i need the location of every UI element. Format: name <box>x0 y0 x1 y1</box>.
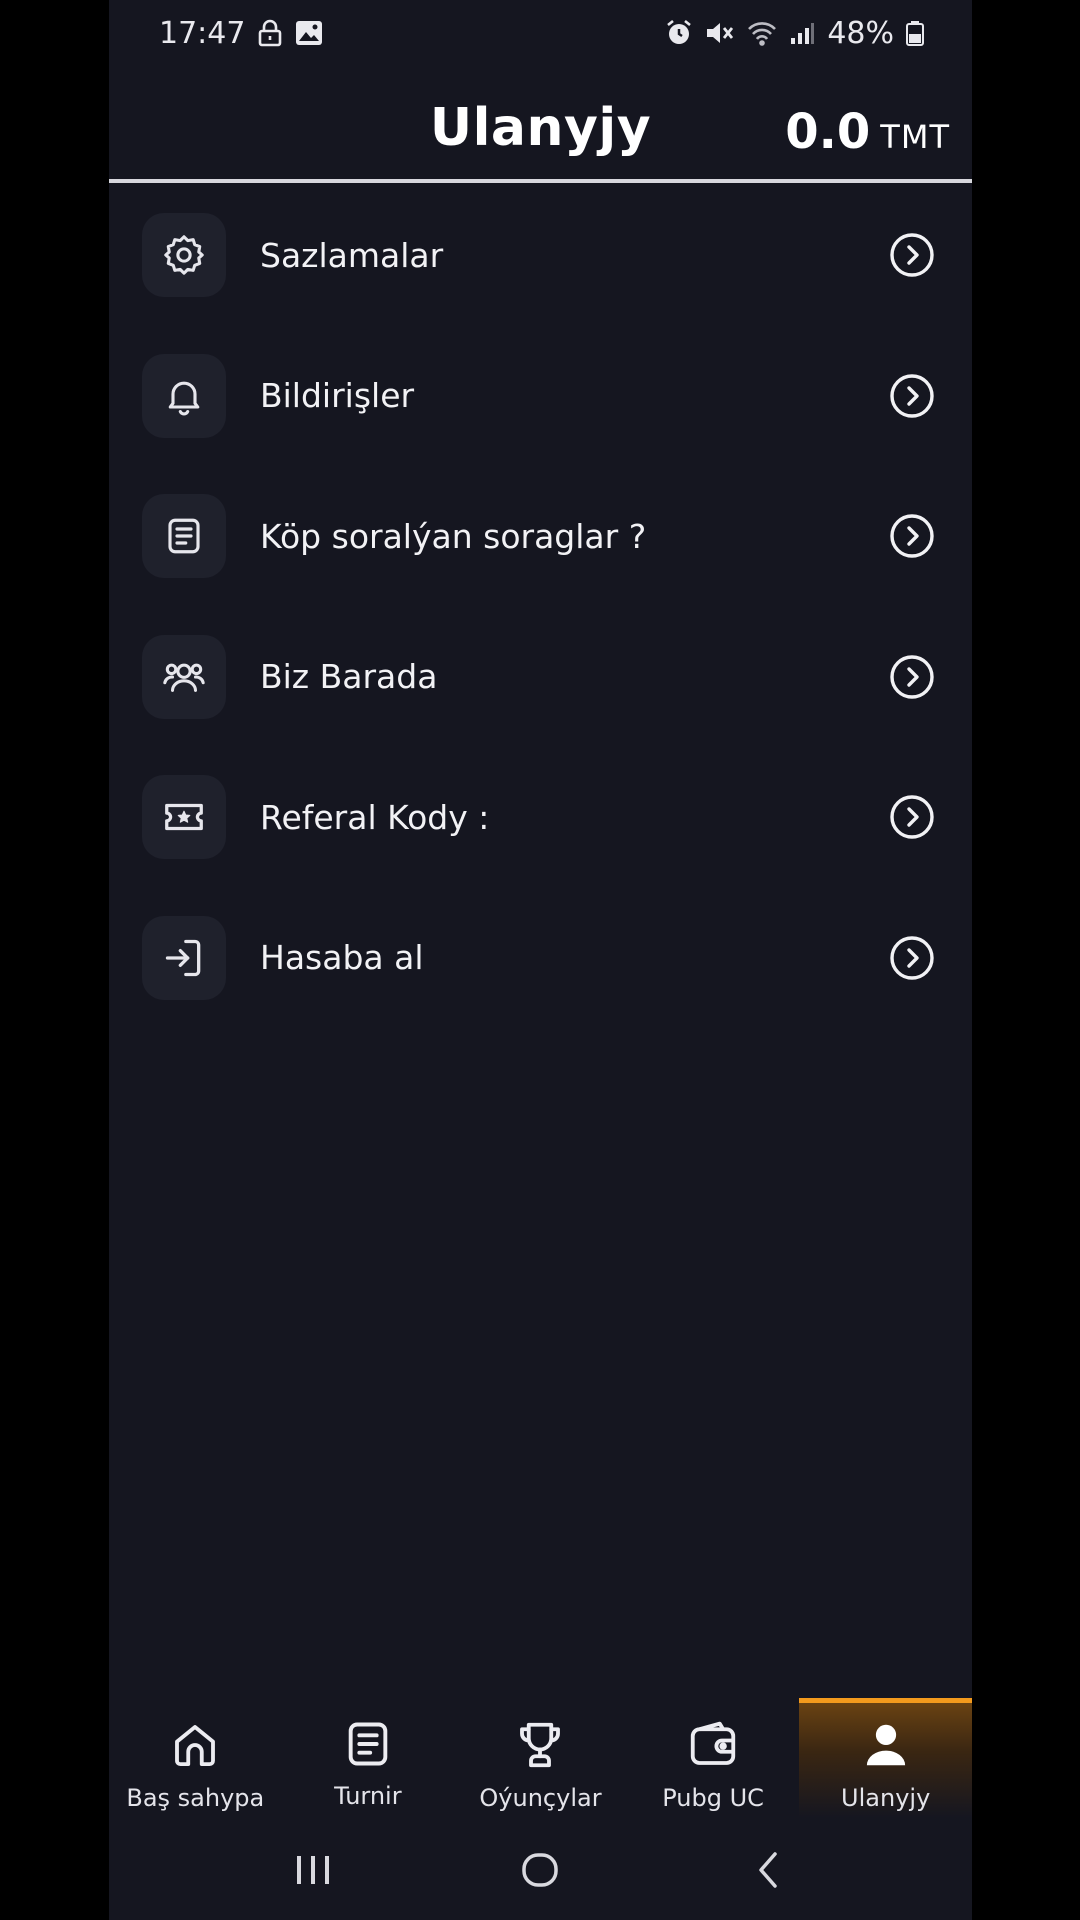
status-right: 48% <box>665 16 924 51</box>
menu-item-label: Hasaba al <box>260 938 424 978</box>
battery-icon <box>906 20 924 46</box>
balance-display: 0.0 TMT <box>785 104 950 160</box>
nav-label: Ulanyjy <box>841 1784 931 1812</box>
chevron-right-circle-icon <box>888 934 936 982</box>
recent-apps-icon <box>296 1856 329 1884</box>
menu-item-label: Sazlamalar <box>260 235 444 275</box>
lock-icon <box>257 19 283 47</box>
nav-item-players[interactable]: Oýunçylar <box>454 1698 627 1818</box>
bell-icon <box>142 353 226 438</box>
battery-text: 48% <box>827 15 894 51</box>
chevron-right-circle-icon <box>888 653 936 701</box>
back-button[interactable] <box>728 1840 808 1900</box>
login-icon <box>142 915 226 1000</box>
home-system-button[interactable] <box>500 1840 580 1900</box>
home-icon <box>168 1718 222 1776</box>
header-divider <box>109 179 972 183</box>
menu-item-label: Referal Kody : <box>260 797 490 837</box>
nav-item-user[interactable]: Ulanyjy <box>799 1698 972 1818</box>
wallet-icon <box>686 1718 740 1776</box>
bottom-nav: Baş sahypa Turnir Oýunçylar Pubg UC Ulan… <box>109 1698 972 1818</box>
status-left: 17:47 <box>159 16 323 51</box>
menu-item-about[interactable]: Biz Barada <box>109 607 972 748</box>
status-bar: 17:47 48% <box>109 0 972 66</box>
chevron-right-circle-icon <box>888 793 936 841</box>
app-header: Ulanyjy 0.0 TMT <box>109 80 972 180</box>
nav-label: Baş sahypa <box>126 1784 265 1812</box>
wifi-icon <box>747 20 777 46</box>
menu-item-settings[interactable]: Sazlamalar <box>109 185 972 326</box>
menu-item-faq[interactable]: Köp soralýan soraglar ? <box>109 466 972 607</box>
users-icon <box>142 634 226 719</box>
document-icon <box>342 1718 394 1774</box>
alarm-icon <box>665 19 693 47</box>
nav-item-home[interactable]: Baş sahypa <box>109 1698 282 1818</box>
gear-icon <box>142 213 226 298</box>
nav-label: Turnir <box>334 1782 402 1810</box>
settings-menu: Sazlamalar Bildirişler Köp soralýan sora… <box>109 185 972 1028</box>
chevron-right-circle-icon <box>888 231 936 279</box>
nav-item-pubg-uc[interactable]: Pubg UC <box>627 1698 800 1818</box>
user-icon <box>859 1718 913 1776</box>
home-circle-icon <box>522 1853 559 1887</box>
menu-item-referral[interactable]: Referal Kody : <box>109 747 972 888</box>
chevron-right-circle-icon <box>888 372 936 420</box>
menu-item-label: Bildirişler <box>260 376 415 416</box>
nav-item-tournament[interactable]: Turnir <box>282 1698 455 1818</box>
mute-icon <box>705 19 735 47</box>
recent-apps-button[interactable] <box>273 1840 353 1900</box>
ticket-icon <box>142 775 226 860</box>
nav-label: Oýunçylar <box>479 1784 602 1812</box>
balance-currency: TMT <box>880 118 950 156</box>
trophy-icon <box>513 1718 567 1776</box>
menu-item-label: Köp soralýan soraglar ? <box>260 516 647 556</box>
menu-item-login[interactable]: Hasaba al <box>109 888 972 1029</box>
menu-item-notifications[interactable]: Bildirişler <box>109 326 972 467</box>
balance-value: 0.0 <box>785 104 871 160</box>
image-icon <box>295 20 323 46</box>
chevron-right-circle-icon <box>888 512 936 560</box>
status-time: 17:47 <box>159 15 246 51</box>
system-nav-bar <box>109 1820 972 1920</box>
menu-item-label: Biz Barada <box>260 657 438 697</box>
signal-icon <box>789 20 815 46</box>
document-icon <box>142 494 226 579</box>
nav-label: Pubg UC <box>662 1784 764 1812</box>
app-screen: 17:47 48% Ulanyjy 0.0 TMT Sazlamalar Bil… <box>109 0 972 1920</box>
back-icon <box>759 1852 777 1888</box>
